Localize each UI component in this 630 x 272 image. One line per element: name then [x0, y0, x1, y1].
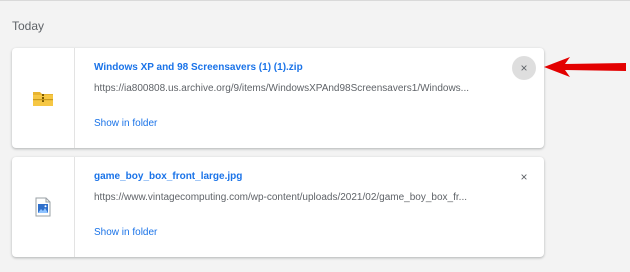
red-arrow-pointer-icon [544, 57, 626, 77]
section-title: Today [12, 19, 45, 33]
zip-folder-icon [33, 92, 53, 106]
remove-download-button[interactable]: × [512, 165, 536, 189]
downloads-page: Today Windows XP and 98 Screensavers (1)… [0, 0, 630, 272]
download-item: Windows XP and 98 Screensavers (1) (1).z… [12, 48, 544, 148]
remove-download-button[interactable]: × [512, 56, 536, 80]
source-url: https://ia800808.us.archive.org/9/items/… [94, 83, 469, 94]
show-in-folder-link[interactable]: Show in folder [94, 118, 157, 129]
show-in-folder-link[interactable]: Show in folder [94, 227, 157, 238]
close-icon: × [520, 170, 528, 184]
file-name-link[interactable]: game_boy_box_front_large.jpg [94, 171, 242, 182]
source-url: https://www.vintagecomputing.com/wp-cont… [94, 192, 468, 203]
file-name-link[interactable]: Windows XP and 98 Screensavers (1) (1).z… [94, 62, 303, 73]
file-icon-column [12, 157, 75, 257]
close-icon: × [520, 61, 528, 75]
download-item: game_boy_box_front_large.jpg https://www… [12, 157, 544, 257]
file-icon-column [12, 48, 75, 148]
image-file-icon [35, 197, 51, 217]
